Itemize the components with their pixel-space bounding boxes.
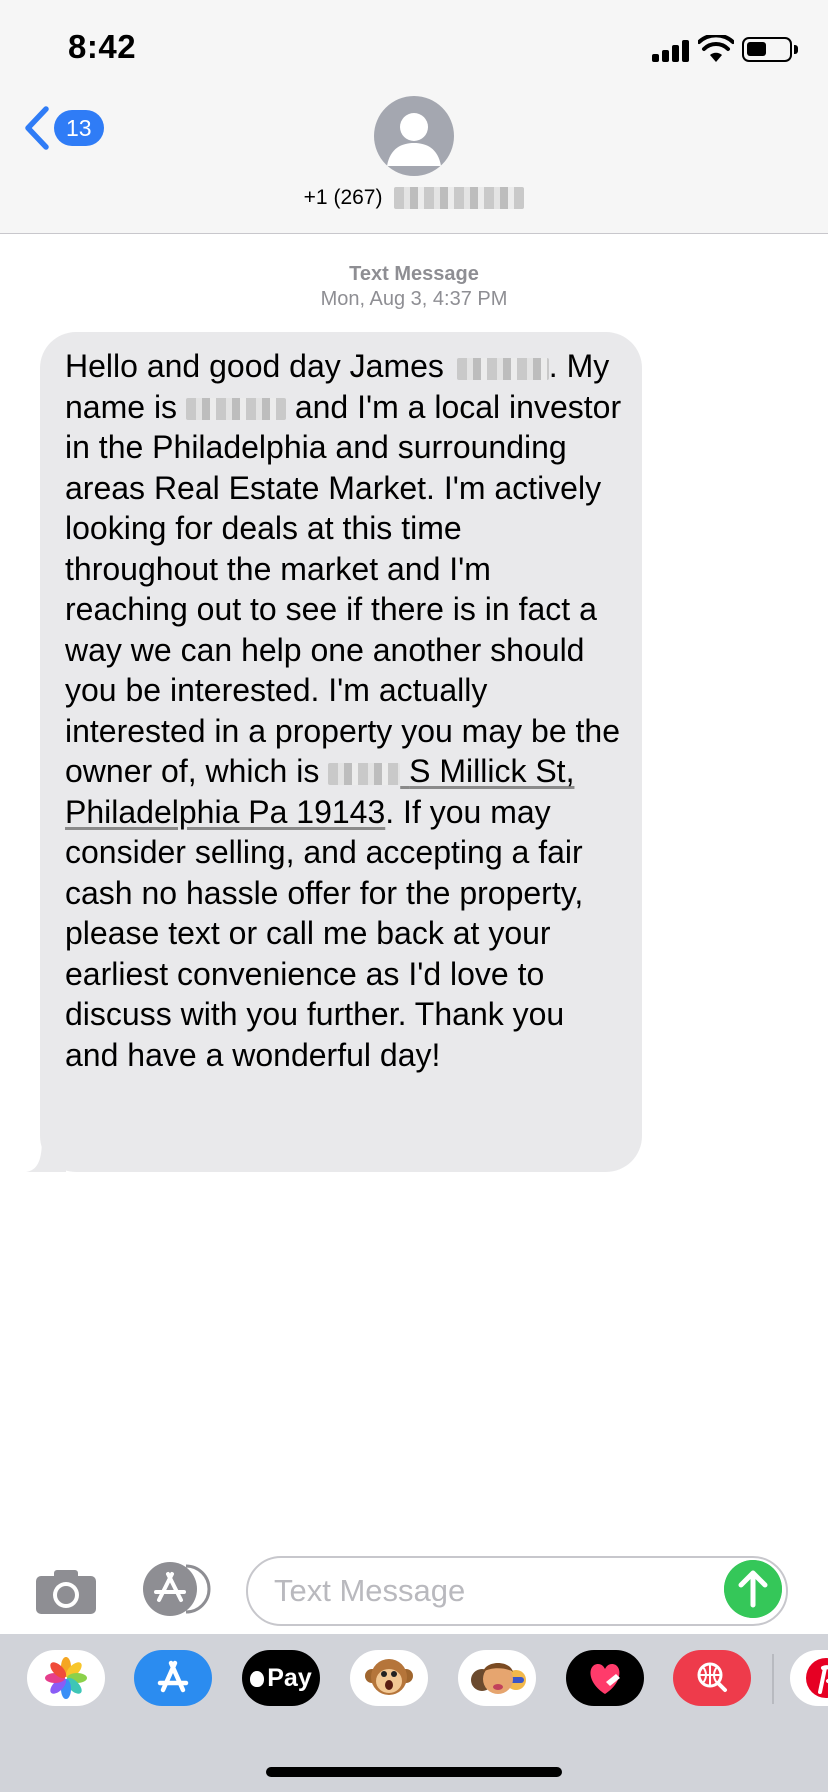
globe-search-icon [697, 1662, 727, 1692]
person-icon [387, 113, 441, 166]
back-chevron-icon[interactable] [22, 105, 52, 151]
digital-touch-app[interactable] [566, 1650, 644, 1706]
drawer-divider [772, 1654, 774, 1704]
app-store-app[interactable] [134, 1650, 212, 1706]
status-time: 8:42 [68, 28, 137, 65]
web-search-app[interactable] [673, 1650, 751, 1706]
home-indicator[interactable] [266, 1767, 562, 1777]
pinterest-app[interactable] [790, 1650, 828, 1706]
redacted-number [394, 187, 525, 210]
unread-count-badge[interactable]: 13 [54, 110, 104, 146]
app-store-icon [157, 1660, 189, 1693]
app-store-drawer-icon[interactable] [140, 1562, 212, 1616]
battery-icon [742, 37, 798, 62]
apple-pay-app[interactable]: Pay [242, 1650, 320, 1706]
message-body: and I'm a local investor in the Philadel… [65, 388, 622, 790]
contact-avatar[interactable] [374, 96, 454, 176]
apple-logo-icon [250, 1671, 265, 1687]
monkey-icon [365, 1659, 413, 1695]
photos-app[interactable] [27, 1650, 105, 1706]
incoming-message-bubble[interactable]: Hello and good day James . My name is an… [26, 332, 642, 1172]
apple-pay-label: Pay [242, 1650, 320, 1706]
message-kind-label: Text Message [349, 263, 479, 285]
memoji-icon [471, 1663, 526, 1694]
contact-title[interactable]: +1 (267) [0, 186, 828, 210]
animoji-app[interactable] [350, 1650, 428, 1706]
message-meta: Text Message Mon, Aug 3, 4:37 PM [0, 262, 828, 312]
photos-icon [45, 1657, 87, 1699]
message-closing: . If you may consider selling, and accep… [65, 793, 584, 1073]
apple-pay-text: Pay [267, 1664, 312, 1692]
send-arrow-icon[interactable] [724, 1560, 782, 1618]
composer-bar: Text Message [0, 1540, 828, 1636]
memoji-app[interactable] [458, 1650, 536, 1706]
redacted-house-number [328, 762, 401, 785]
message-greeting: Hello and good day James [65, 348, 444, 384]
camera-icon[interactable] [34, 1568, 98, 1616]
wifi-icon [698, 35, 734, 62]
redacted-sender-name [185, 398, 286, 421]
conversation-header: 8:42 13 +1 (267) [0, 0, 828, 234]
message-timestamp: Mon, Aug 3, 4:37 PM [320, 288, 508, 310]
bubble-tail [26, 1138, 66, 1172]
message-input[interactable]: Text Message [246, 1556, 788, 1626]
redacted-surname [456, 357, 549, 380]
pinterest-icon [806, 1658, 828, 1698]
contact-number: +1 (267) [303, 186, 383, 209]
heart-icon [590, 1664, 620, 1694]
cellular-signal-icon [652, 40, 690, 62]
